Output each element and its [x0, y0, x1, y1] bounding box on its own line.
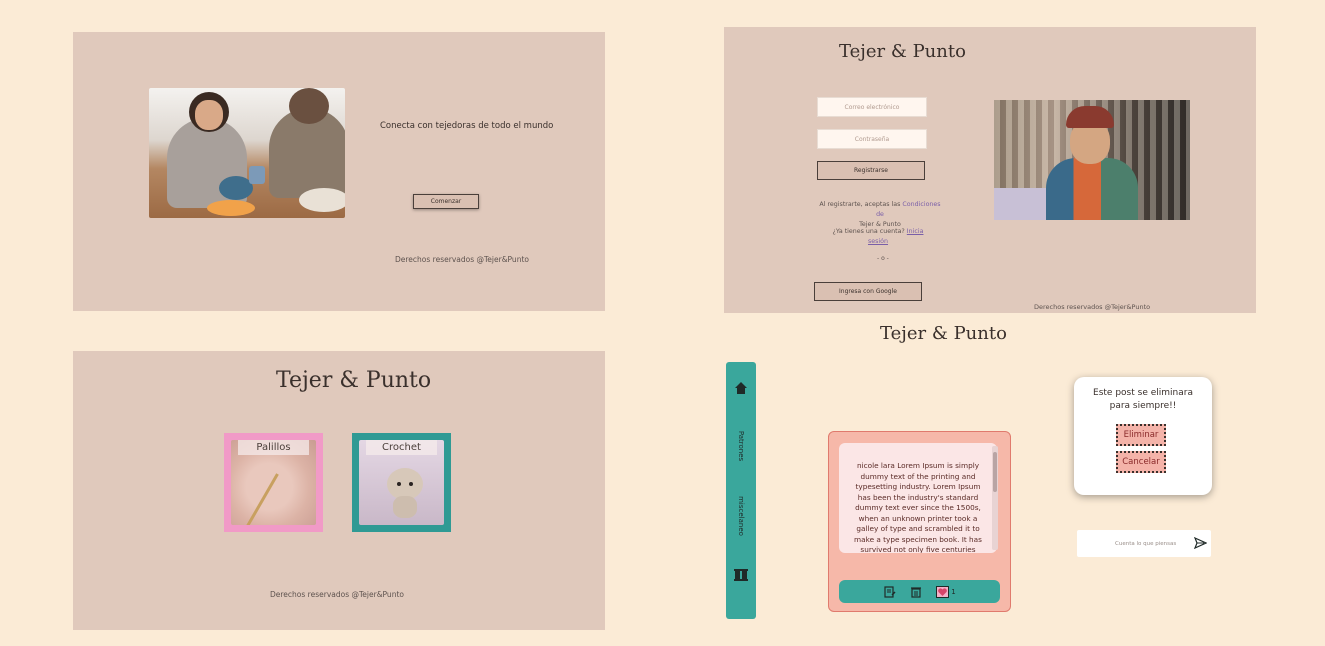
- sidebar-item-miscelaneo[interactable]: miscelaneo: [737, 486, 745, 546]
- register-footer: Derechos reservados @Tejer&Punto: [1034, 303, 1151, 311]
- post-card: nicole lara Lorem Ipsum is simply dummy …: [828, 431, 1011, 612]
- post-text: nicole lara Lorem Ipsum is simply dummy …: [839, 443, 997, 553]
- comment-placeholder: Cuenta lo que piensas: [1115, 540, 1177, 547]
- post-scrollbar[interactable]: [992, 446, 998, 550]
- email-field[interactable]: Correo electrónico: [817, 97, 927, 117]
- categories-footer: Derechos reservados @Tejer&Punto: [270, 590, 404, 599]
- categories-screen: Tejer & Punto Derechos reservados @Tejer…: [73, 351, 605, 630]
- login-link-1[interactable]: Inicia: [907, 228, 924, 235]
- terms-prefix: Al registrarte, aceptas las: [819, 201, 901, 208]
- landing-screen: Conecta con tejedoras de todo el mundo C…: [73, 32, 605, 311]
- register-button[interactable]: Registrarse: [817, 161, 925, 180]
- sidebar: Patrones miscelaneo: [726, 362, 756, 619]
- confirm-delete-button[interactable]: Eliminar: [1116, 424, 1166, 446]
- landing-tagline: Conecta con tejedoras de todo el mundo: [380, 121, 554, 131]
- google-login-button[interactable]: Ingresa con Google: [814, 282, 922, 301]
- comment-input[interactable]: Cuenta lo que piensas: [1077, 530, 1211, 557]
- delete-modal: Este post se eliminara para siempre!! El…: [1074, 377, 1212, 495]
- knitters-photo: [149, 88, 345, 218]
- category-palillos-label: Palillos: [238, 440, 309, 455]
- password-field[interactable]: Contraseña: [817, 129, 927, 149]
- send-icon[interactable]: [1193, 536, 1207, 550]
- landing-footer: Derechos reservados @Tejer&Punto: [395, 255, 529, 264]
- sidebar-item-patrones[interactable]: Patrones: [737, 416, 745, 476]
- like-count: 1: [951, 587, 956, 596]
- home-icon[interactable]: [734, 381, 748, 395]
- categories-brand: Tejer & Punto: [276, 368, 432, 393]
- register-brand: Tejer & Punto: [839, 41, 966, 62]
- like-group: 1: [935, 585, 956, 599]
- category-crochet[interactable]: Crochet: [352, 433, 451, 532]
- separator-text: - o -: [877, 255, 889, 262]
- login-prompt: ¿Ya tienes una cuenta? Inicia sesión: [828, 227, 928, 247]
- account-prefix: ¿Ya tienes una cuenta?: [832, 228, 905, 235]
- start-button[interactable]: Comenzar: [413, 194, 479, 209]
- delete-message: Este post se eliminara para siempre!!: [1093, 388, 1193, 411]
- terms-text: Al registrarte, aceptas las Condiciones …: [816, 200, 944, 230]
- edit-icon[interactable]: [883, 585, 897, 599]
- category-palillos[interactable]: Palillos: [224, 433, 323, 532]
- trash-icon[interactable]: [909, 585, 923, 599]
- register-screen: Tejer & Punto Correo electrónico Contras…: [724, 27, 1256, 313]
- cancel-delete-button[interactable]: Cancelar: [1116, 451, 1166, 473]
- feed-brand: Tejer & Punto: [880, 323, 1007, 344]
- login-link-2[interactable]: sesión: [868, 238, 888, 245]
- heart-icon[interactable]: [935, 585, 949, 599]
- knitter-man-photo: [994, 100, 1190, 220]
- post-actions: 1: [839, 580, 1000, 603]
- spool-icon[interactable]: [734, 568, 748, 582]
- category-crochet-label: Crochet: [366, 440, 437, 455]
